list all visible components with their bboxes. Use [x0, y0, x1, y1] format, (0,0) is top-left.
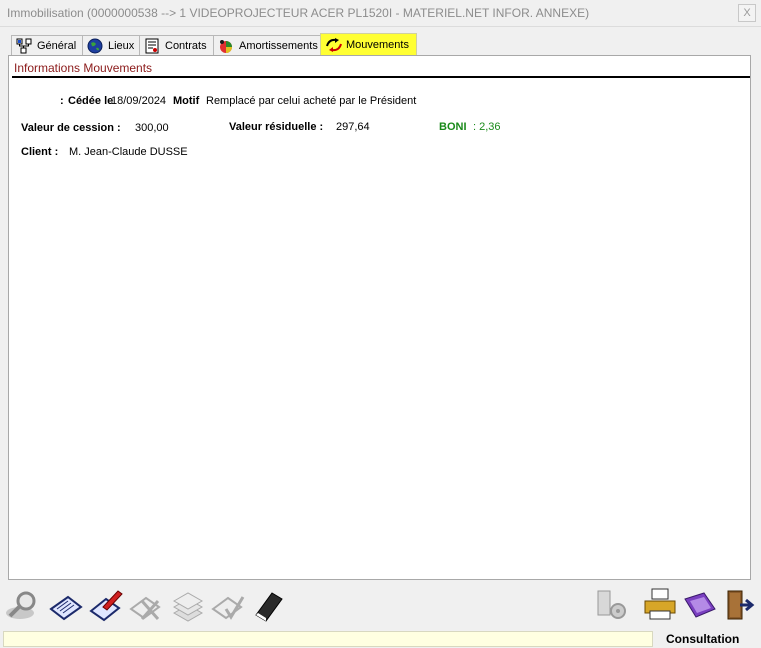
globe-icon — [87, 38, 103, 54]
residual-value-label: Valeur résiduelle : — [229, 121, 324, 133]
view-icon — [49, 595, 83, 621]
tab-lieux-label: Lieux — [108, 39, 135, 52]
tab-contrats-label: Contrats — [165, 39, 207, 52]
tab-amortissements[interactable]: Amortissements — [213, 35, 321, 55]
movement-date: 18/09/2024 — [111, 95, 167, 107]
residual-value: 297,64 — [336, 121, 370, 133]
print-button[interactable] — [642, 587, 678, 623]
status-message-area — [3, 631, 653, 647]
folder-icon — [684, 592, 716, 618]
folder-button[interactable] — [682, 587, 718, 623]
movement-icon — [325, 37, 342, 53]
delete-icon — [129, 596, 161, 620]
stack-icon — [172, 592, 204, 622]
section-title: Informations Mouvements — [14, 61, 153, 75]
bottom-toolbar — [0, 585, 761, 629]
mode-indicator: Consultation — [666, 632, 740, 646]
book-button[interactable] — [250, 587, 286, 623]
tab-general[interactable]: Général — [11, 35, 83, 55]
validate-button[interactable] — [210, 587, 246, 623]
tab-lieux[interactable]: Lieux — [82, 35, 140, 55]
contract-icon — [144, 38, 160, 54]
settings-button[interactable] — [594, 587, 630, 623]
edit-button[interactable] — [88, 587, 124, 623]
close-button[interactable]: X — [738, 4, 756, 22]
search-button[interactable] — [4, 587, 40, 623]
reason-value: Remplacé par celui acheté par le Préside… — [206, 95, 417, 107]
reason-label: Motif — [173, 95, 200, 107]
client-label: Client : — [21, 146, 59, 158]
tab-general-label: Général — [37, 39, 77, 52]
sale-value-label: Valeur de cession : — [21, 122, 121, 134]
exit-button[interactable] — [722, 587, 758, 623]
exit-icon — [727, 590, 755, 620]
view-button[interactable] — [48, 587, 84, 623]
section-divider — [12, 76, 750, 78]
boni-value: : 2,36 — [473, 121, 501, 133]
window-title: Immobilisation (0000000538 --> 1 VIDEOPR… — [7, 6, 590, 20]
delete-button[interactable] — [128, 587, 164, 623]
client-name: M. Jean-Claude DUSSE — [69, 146, 188, 158]
boni-label: BONI — [439, 121, 467, 133]
status-prefix: : — [60, 95, 64, 107]
book-icon — [255, 592, 283, 622]
main-panel: Informations Mouvements : Cédée le 18/09… — [8, 55, 751, 580]
tab-amortissements-label: Amortissements — [239, 39, 318, 52]
stack-button[interactable] — [170, 587, 206, 623]
tab-contrats[interactable]: Contrats — [139, 35, 214, 55]
search-icon — [6, 591, 36, 619]
tab-mouvements-label: Mouvements — [346, 38, 409, 51]
chart-icon — [218, 38, 234, 54]
tab-mouvements[interactable]: Mouvements — [320, 33, 417, 55]
title-bar: Immobilisation (0000000538 --> 1 VIDEOPR… — [0, 0, 761, 27]
validate-icon — [211, 596, 245, 620]
network-icon — [16, 38, 32, 54]
sale-value: 300,00 — [135, 122, 169, 134]
status-label: Cédée le — [68, 95, 114, 107]
print-icon — [644, 588, 676, 620]
settings-icon — [597, 590, 626, 619]
edit-icon — [89, 590, 123, 622]
status-bar: Consultation — [0, 629, 761, 648]
